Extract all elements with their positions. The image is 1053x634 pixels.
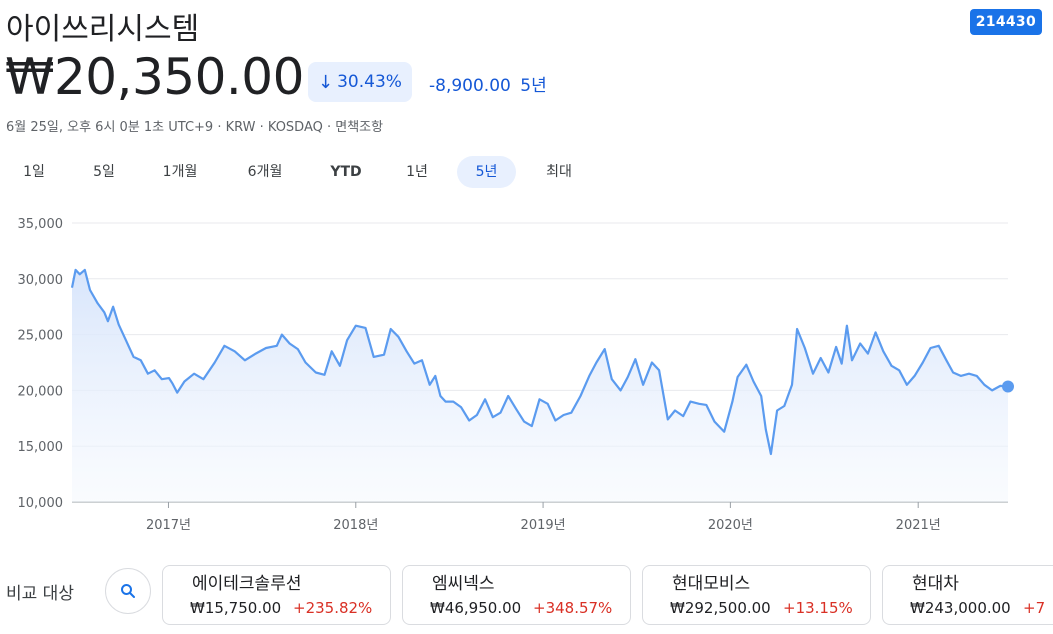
compare-card-price: ₩292,500.00 xyxy=(670,599,771,617)
range-tab-1m[interactable]: 1개월 xyxy=(148,156,212,188)
compare-card-price: ₩46,950.00 xyxy=(430,599,522,617)
compare-card-3[interactable]: 현대차 ₩243,000.00 +7 xyxy=(882,565,1053,625)
change-percent-pill: ↓ 30.43% xyxy=(308,62,412,102)
x-tick-label: 2017년 xyxy=(146,518,191,533)
change-absolute: -8,900.00 5년 xyxy=(429,71,547,96)
compare-card-change: +235.82% xyxy=(293,599,373,617)
compare-card-price: ₩15,750.00 xyxy=(190,599,282,617)
last-price-marker[interactable] xyxy=(1002,380,1014,393)
y-tick-label: 25,000 xyxy=(18,329,64,344)
y-axis: 35,000 30,000 25,000 20,000 15,000 10,000 xyxy=(18,217,64,511)
compare-card-name: 현대모비스 xyxy=(672,574,751,594)
range-tab-label: 1년 xyxy=(406,164,428,180)
range-tab-label: 6개월 xyxy=(247,164,283,180)
change-percent: 30.43% xyxy=(337,72,402,92)
change-period: 5년 xyxy=(520,76,547,96)
x-axis: 2017년 2018년 2019년 2020년 2021년 xyxy=(146,502,941,533)
compare-search-button[interactable] xyxy=(105,568,151,614)
x-tick-label: 2018년 xyxy=(333,518,378,533)
price-area xyxy=(72,269,1008,502)
compare-card-name: 현대차 xyxy=(912,574,959,594)
range-tab-label: 최대 xyxy=(546,164,572,180)
arrow-down-icon: ↓ xyxy=(318,71,334,93)
x-tick-label: 2021년 xyxy=(896,518,941,533)
y-tick-label: 35,000 xyxy=(18,217,64,232)
compare-card-change: +7 xyxy=(1023,599,1046,617)
stock-name: 아이쓰리시스템 xyxy=(6,12,200,47)
y-tick-label: 10,000 xyxy=(18,496,64,511)
range-tab-5d[interactable]: 5일 xyxy=(78,156,130,188)
compare-card-1[interactable]: 엠씨넥스 ₩46,950.00 +348.57% xyxy=(402,565,631,625)
range-tab-label: 1일 xyxy=(23,164,45,180)
compare-card-name: 에이테크솔루션 xyxy=(192,574,302,594)
range-tab-label: YTD xyxy=(330,164,362,180)
range-tab-1y[interactable]: 1년 xyxy=(390,156,444,188)
x-tick-label: 2019년 xyxy=(521,518,566,533)
y-tick-label: 20,000 xyxy=(18,384,64,399)
compare-label: 비교 대상 xyxy=(6,584,74,604)
y-tick-label: 30,000 xyxy=(18,273,64,288)
current-price: ₩20,350.00 xyxy=(5,48,304,106)
range-tab-1d[interactable]: 1일 xyxy=(8,156,60,188)
change-absolute-value: -8,900.00 xyxy=(429,76,511,96)
quote-meta: 6월 25일, 오후 6시 0분 1초 UTC+9 · KRW · KOSDAQ… xyxy=(6,120,384,135)
compare-card-price: ₩243,000.00 xyxy=(910,599,1011,617)
range-tab-6m[interactable]: 6개월 xyxy=(232,156,298,188)
x-tick-label: 2020년 xyxy=(708,518,753,533)
search-icon xyxy=(121,584,135,598)
compare-card-name: 엠씨넥스 xyxy=(432,574,495,594)
compare-card-2[interactable]: 현대모비스 ₩292,500.00 +13.15% xyxy=(642,565,871,625)
compare-card-change: +13.15% xyxy=(783,599,853,617)
compare-card-change: +348.57% xyxy=(533,599,613,617)
ticker-badge[interactable]: 214430 xyxy=(969,9,1042,35)
range-tab-label: 1개월 xyxy=(162,164,198,180)
y-tick-label: 15,000 xyxy=(18,440,64,455)
price-chart[interactable]: 35,000 30,000 25,000 20,000 15,000 10,000 201… xyxy=(0,205,1053,545)
range-tab-5y[interactable]: 5년 xyxy=(457,156,516,188)
range-tab-label: 5일 xyxy=(93,164,115,180)
range-tab-max[interactable]: 최대 xyxy=(532,156,586,188)
compare-card-0[interactable]: 에이테크솔루션 ₩15,750.00 +235.82% xyxy=(162,565,391,625)
range-tab-ytd[interactable]: YTD xyxy=(318,156,374,188)
range-tab-label: 5년 xyxy=(475,164,498,180)
